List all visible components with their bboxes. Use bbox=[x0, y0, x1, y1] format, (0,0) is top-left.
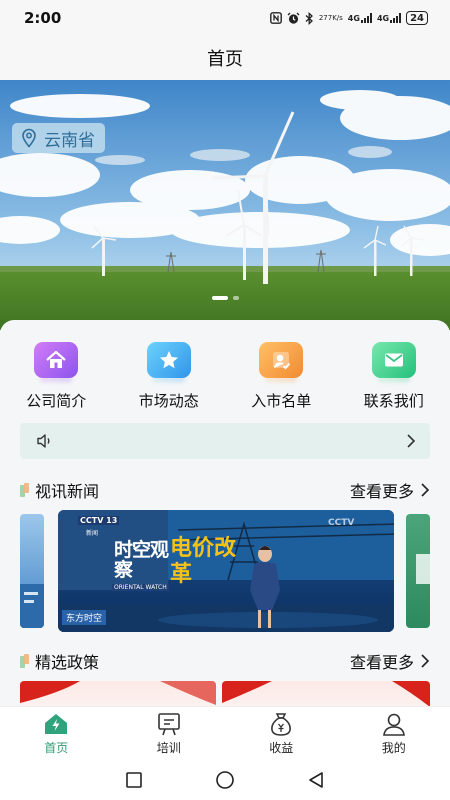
banner-image bbox=[0, 80, 450, 330]
nav-label: 公司简介 bbox=[26, 392, 87, 410]
carousel-dot[interactable] bbox=[232, 296, 239, 300]
news-carousel[interactable]: CCTV 13 新闻 时空观察 ORIENTAL WATCH 电价改革 CCTV… bbox=[0, 510, 450, 632]
nav-item-market-news[interactable]: 市场动态 bbox=[113, 342, 226, 411]
money-bag-icon bbox=[266, 711, 296, 737]
sim2-label: 4G bbox=[376, 13, 390, 23]
policy-more-link[interactable]: 查看更多 bbox=[350, 649, 430, 673]
status-time: 2:00 bbox=[24, 9, 62, 27]
carousel-dot-active[interactable] bbox=[211, 296, 228, 300]
speaker-icon bbox=[36, 433, 62, 449]
policy-card[interactable] bbox=[20, 681, 216, 706]
tab-home[interactable]: 首页 bbox=[0, 707, 113, 760]
sim1-label: 4G bbox=[347, 13, 360, 23]
more-text: 查看更多 bbox=[349, 482, 414, 501]
tab-earnings[interactable]: 收益 bbox=[225, 707, 338, 760]
net-speed-value: 277 bbox=[318, 13, 333, 22]
system-nav-bar bbox=[0, 760, 450, 800]
news-section-header: 视讯新闻 查看更多 bbox=[20, 478, 430, 502]
status-bar: 2:00 277 K/s 4G 4G 24 bbox=[0, 0, 450, 36]
channel-sub: 新闻 bbox=[86, 530, 99, 537]
section-marker-icon bbox=[20, 654, 30, 668]
show-title-en: ORIENTAL WATCH bbox=[112, 584, 169, 591]
news-card[interactable]: CCTV 13 新闻 时空观察 ORIENTAL WATCH 电价改革 CCTV… bbox=[58, 510, 394, 632]
location-tag[interactable]: 云南省 bbox=[12, 123, 105, 153]
tab-profile[interactable]: 我的 bbox=[338, 707, 450, 760]
policy-section-title-wrap: 精选政策 bbox=[20, 649, 99, 673]
tab-label: 首页 bbox=[44, 741, 69, 755]
notice-bar[interactable] bbox=[20, 423, 430, 459]
status-icons: 277 K/s 4G 4G 24 bbox=[269, 11, 428, 25]
show-title: 时空观察 bbox=[114, 539, 169, 581]
section-marker-icon bbox=[20, 483, 30, 497]
page-title: 首页 bbox=[207, 49, 243, 70]
policy-section-header: 精选政策 查看更多 bbox=[20, 649, 430, 673]
bottom-tab-bar: 首页 培训 收益 我的 bbox=[0, 706, 450, 760]
star-icon bbox=[146, 342, 191, 378]
sim1-signal: 4G bbox=[348, 13, 372, 23]
chevron-right-icon bbox=[420, 653, 430, 669]
tab-label: 我的 bbox=[381, 741, 406, 755]
training-board-icon bbox=[154, 711, 184, 737]
tab-label: 收益 bbox=[269, 741, 294, 755]
main-content: 公司简介 市场动态 入市名单 联系我们 视讯新闻 查看更多 CCTV 13 新闻… bbox=[0, 320, 450, 706]
policy-card[interactable] bbox=[222, 681, 430, 706]
watermark-logo: CCTV bbox=[328, 518, 355, 528]
tab-label: 培训 bbox=[156, 741, 181, 755]
channel-name: CCTV 13 bbox=[78, 516, 120, 525]
net-speed-unit: K/s bbox=[332, 13, 343, 22]
policy-list bbox=[20, 681, 430, 706]
chevron-right-icon bbox=[420, 482, 430, 498]
location-text: 云南省 bbox=[44, 130, 95, 151]
back-triangle-icon[interactable] bbox=[307, 771, 325, 789]
tab-training[interactable]: 培训 bbox=[113, 707, 226, 760]
signal-bars-icon bbox=[390, 13, 402, 23]
chevron-right-icon[interactable] bbox=[406, 433, 416, 449]
home-icon bbox=[34, 342, 79, 378]
user-check-icon bbox=[259, 342, 304, 378]
nav-label: 市场动态 bbox=[138, 392, 199, 410]
news-section-title: 视讯新闻 bbox=[35, 482, 100, 501]
quick-nav: 公司简介 市场动态 入市名单 联系我们 bbox=[0, 342, 450, 411]
headline: 电价改革 bbox=[170, 536, 237, 587]
mail-icon bbox=[371, 342, 416, 378]
recent-apps-icon[interactable] bbox=[125, 771, 143, 789]
alarm-icon bbox=[287, 12, 300, 25]
sim2-signal: 4G bbox=[376, 13, 402, 23]
news-section-title-wrap: 视讯新闻 bbox=[20, 478, 99, 502]
title-bar: 首页 bbox=[0, 36, 450, 80]
news-card-prev[interactable] bbox=[20, 514, 44, 628]
news-card-next[interactable] bbox=[406, 514, 430, 628]
home-bolt-icon bbox=[41, 711, 71, 737]
carousel-indicator bbox=[0, 296, 450, 300]
policy-section-title: 精选政策 bbox=[35, 653, 100, 672]
bluetooth-icon bbox=[305, 11, 314, 25]
news-more-link[interactable]: 查看更多 bbox=[350, 478, 430, 502]
nav-item-market-entry-list[interactable]: 入市名单 bbox=[225, 342, 338, 411]
nav-label: 联系我们 bbox=[363, 392, 424, 410]
location-pin-icon bbox=[20, 128, 38, 148]
signal-bars-icon bbox=[360, 13, 372, 23]
channel-logo: CCTV 13 bbox=[78, 516, 120, 525]
more-text: 查看更多 bbox=[349, 653, 414, 672]
profile-icon bbox=[379, 711, 409, 737]
nav-label: 入市名单 bbox=[251, 392, 312, 410]
banner-carousel[interactable]: 云南省 bbox=[0, 80, 450, 330]
battery-indicator: 24 bbox=[406, 11, 428, 25]
ticker-label: 东方时空 bbox=[62, 610, 107, 625]
nav-item-company-profile[interactable]: 公司简介 bbox=[0, 342, 113, 411]
nfc-icon bbox=[269, 12, 282, 24]
nav-item-contact-us[interactable]: 联系我们 bbox=[338, 342, 450, 411]
net-speed: 277 K/s bbox=[318, 13, 343, 22]
home-circle-icon[interactable] bbox=[215, 770, 235, 790]
